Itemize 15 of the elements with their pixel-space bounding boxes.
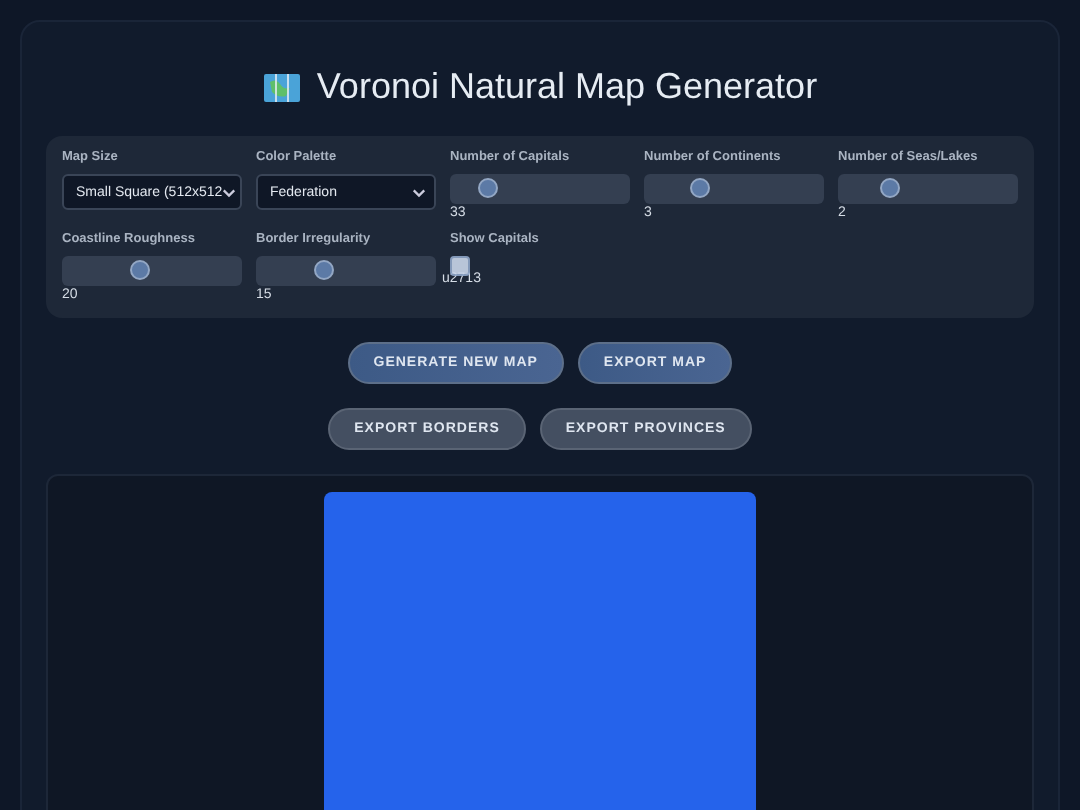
- caret-icon: [222, 187, 237, 197]
- slider-thumb[interactable]: [314, 260, 335, 280]
- slider[interactable]: [256, 256, 436, 286]
- slider[interactable]: [450, 174, 630, 204]
- checkbox[interactable]: [450, 256, 470, 276]
- app-title: Voronoi Natural Map Generator: [316, 66, 818, 108]
- slider[interactable]: [838, 174, 1018, 204]
- slider-thumb[interactable]: [880, 178, 901, 198]
- caret-icon: [412, 187, 426, 197]
- slider[interactable]: [644, 174, 824, 204]
- slider-thumb[interactable]: [689, 178, 709, 198]
- slider[interactable]: [62, 256, 242, 286]
- slider-thumb[interactable]: [130, 260, 151, 280]
- slider-thumb[interactable]: [477, 178, 498, 198]
- map-icon: [262, 69, 303, 105]
